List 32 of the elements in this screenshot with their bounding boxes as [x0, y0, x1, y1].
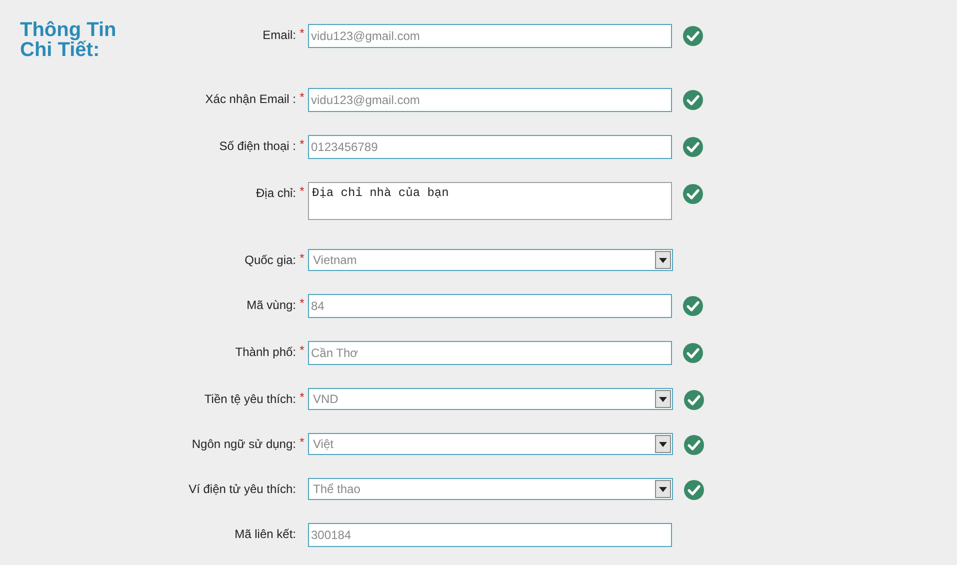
input-field[interactable]: 0123456789 — [308, 135, 672, 159]
required-asterisk: * — [300, 138, 304, 150]
required-asterisk: * — [300, 297, 304, 309]
section-heading: Thông Tin Chi Tiết: — [20, 20, 118, 60]
input-field[interactable]: vidu123@gmail.com — [308, 88, 672, 112]
field-label: Quốc gia: — [244, 252, 296, 269]
field-label: Ngôn ngữ sử dụng: — [192, 436, 296, 453]
dropdown[interactable]: Thể thao — [308, 478, 673, 500]
required-asterisk: * — [300, 91, 304, 103]
field-label: Tiền tệ yêu thích: — [204, 391, 296, 408]
field-label: Địa chỉ: — [256, 185, 296, 202]
field-label: Email: — [262, 27, 296, 44]
field-label: Xác nhận Email : — [205, 91, 296, 108]
field-label: Mã vùng: — [246, 297, 296, 314]
required-asterisk: * — [300, 436, 304, 448]
dropdown[interactable]: Việt — [308, 433, 673, 455]
input-field[interactable]: Cần Thơ — [308, 341, 672, 365]
required-asterisk: * — [300, 344, 304, 356]
required-asterisk: * — [300, 252, 304, 264]
field-label: Mã liên kết: — [234, 526, 296, 543]
dropdown[interactable]: Vietnam — [308, 249, 673, 271]
input-field[interactable]: 84 — [308, 294, 672, 318]
required-asterisk: * — [300, 391, 304, 403]
required-asterisk: * — [300, 185, 304, 197]
field-label: Ví điện tử yêu thích: — [188, 481, 296, 498]
input-field[interactable]: vidu123@gmail.com — [308, 24, 672, 48]
field-label: Thành phố: — [235, 344, 296, 361]
dropdown[interactable]: VND — [308, 388, 673, 410]
required-asterisk: * — [300, 27, 304, 39]
input-field[interactable]: 300184 — [308, 523, 672, 547]
address-field[interactable]: Địa chỉ nhà của bạn — [308, 182, 672, 220]
field-label: Số điện thoại : — [219, 138, 296, 155]
